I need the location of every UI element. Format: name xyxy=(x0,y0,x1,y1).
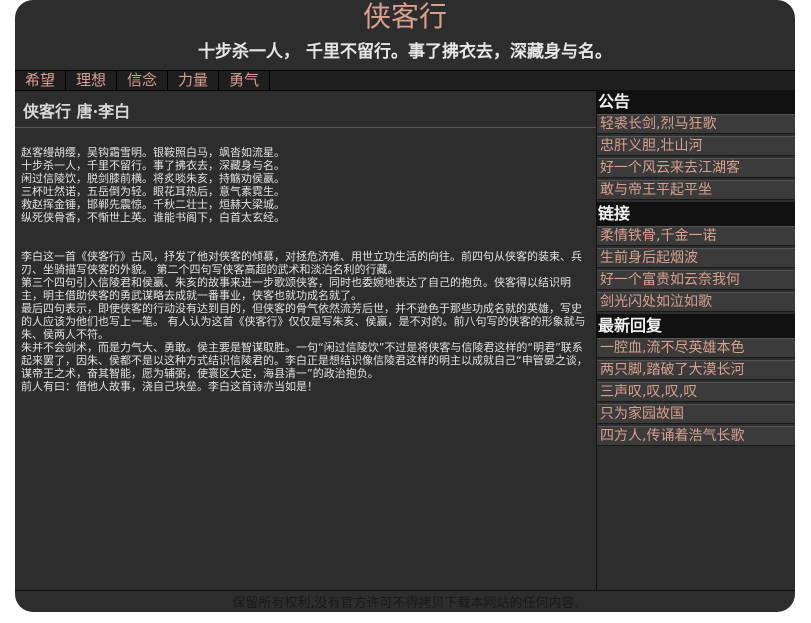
sidebar-link[interactable]: 四方人,传诵着浩气长歌 xyxy=(597,426,795,446)
sidebar-link[interactable]: 敢与帝王平起平坐 xyxy=(597,180,795,200)
page-frame: 侠客行 十步杀一人， 千里不留行。事了拂衣去，深藏身与名。 希望 理想 信念 力… xyxy=(15,0,795,612)
sidebar-link[interactable]: 只为家园故国 xyxy=(597,404,795,424)
footer-copyright: 保留所有权利,没有官方许可不得拷贝下载本网站的任何内容. xyxy=(232,596,579,611)
commentary-paragraph: 第三个四句引入信陵君和侯嬴、朱亥的故事来进一步歌颂侠客，同时也委婉地表达了自己的… xyxy=(21,276,571,302)
sidebar-link[interactable]: 忠肝义胆,壮山河 xyxy=(597,136,795,156)
sidebar: 公告 轻裘长剑,烈马狂歌 忠肝义胆,壮山河 好一个风云来去江湖客 敢与帝王平起平… xyxy=(597,90,795,590)
title-divider xyxy=(15,127,596,128)
sidebar-link[interactable]: 轻裘长剑,烈马狂歌 xyxy=(597,114,795,134)
sidebar-link[interactable]: 三声叹,叹,叹,叹 xyxy=(597,382,795,402)
sidebar-link[interactable]: 柔情铁骨,千金一诺 xyxy=(597,226,795,246)
sidebar-heading-links: 链接 xyxy=(597,202,795,226)
sidebar-heading-announcements: 公告 xyxy=(597,90,795,114)
poem-text: 赵客缦胡缨，吴钩霜雪明。银鞍照白马，飒沓如流星。 十步杀一人，千里不留行。事了拂… xyxy=(21,146,591,224)
poem-line: 赵客缦胡缨，吴钩霜雪明。银鞍照白马，飒沓如流星。 xyxy=(21,146,285,159)
poem-line: 纵死侠骨香，不惭世上英。谁能书阁下，白首太玄经。 xyxy=(21,211,285,224)
nav-item-hope[interactable]: 希望 xyxy=(15,71,67,90)
commentary-paragraph: 李白这一首《侠客行》古风，抒发了他对侠客的倾慕，对拯危济难、用世立功生活的向往。… xyxy=(21,250,582,276)
commentary-paragraph: 前人有曰：借他人故事，浇自己块垒。李白这首诗亦当如是！ xyxy=(21,380,318,393)
sidebar-link[interactable]: 好一个风云来去江湖客 xyxy=(597,158,795,178)
site-title: 侠客行 xyxy=(362,0,447,33)
poem-line: 闲过信陵饮，脱剑膝前横。将炙啖朱亥，持觞劝侯嬴。 xyxy=(21,172,285,185)
sidebar-link[interactable]: 生前身后起烟波 xyxy=(597,248,795,268)
poem-line: 十步杀一人，千里不留行。事了拂衣去，深藏身与名。 xyxy=(21,159,285,172)
sidebar-link[interactable]: 两只脚,踏破了大漠长河 xyxy=(597,360,795,380)
commentary-paragraph: 朱并不会剑术，而是力气大、勇敢。侯主要是智谋取胜。一句“闲过信陵饮”不过是将侠客… xyxy=(21,341,588,380)
nav-item-strength[interactable]: 力量 xyxy=(168,71,220,90)
nav-item-ideal[interactable]: 理想 xyxy=(66,71,118,90)
sidebar-link[interactable]: 剑光闪处如泣如歌 xyxy=(597,292,795,312)
sidebar-link[interactable]: 好一个富贵如云奈我何 xyxy=(597,270,795,290)
article-panel: 侠客行 唐·李白 赵客缦胡缨，吴钩霜雪明。银鞍照白马，飒沓如流星。 十步杀一人，… xyxy=(15,90,597,590)
nav-item-courage[interactable]: 勇气 xyxy=(219,71,271,90)
commentary-text: 李白这一首《侠客行》古风，抒发了他对侠客的倾慕，对拯危济难、用世立功生活的向往。… xyxy=(21,250,591,393)
nav-bar: 希望 理想 信念 力量 勇气 xyxy=(15,70,795,91)
site-subtitle: 十步杀一人， 千里不留行。事了拂衣去，深藏身与名。 xyxy=(198,42,612,62)
article-title: 侠客行 唐·李白 xyxy=(23,102,131,121)
poem-line: 救赵挥金锤，邯郸先震惊。千秋二壮士，烜赫大梁城。 xyxy=(21,198,285,211)
nav-item-belief[interactable]: 信念 xyxy=(117,71,169,90)
poem-line: 三杯吐然诺，五岳倒为轻。眼花耳热后，意气素霓生。 xyxy=(21,185,285,198)
site-header: 侠客行 十步杀一人， 千里不留行。事了拂衣去，深藏身与名。 xyxy=(15,0,795,70)
sidebar-heading-latest-replies: 最新回复 xyxy=(597,314,795,338)
sidebar-link[interactable]: 一腔血,流不尽英雄本色 xyxy=(597,338,795,358)
commentary-paragraph: 最后四句表示，即使侠客的行动没有达到目的，但侠客的骨气依然流芳后世，并不逊色于那… xyxy=(21,302,586,341)
